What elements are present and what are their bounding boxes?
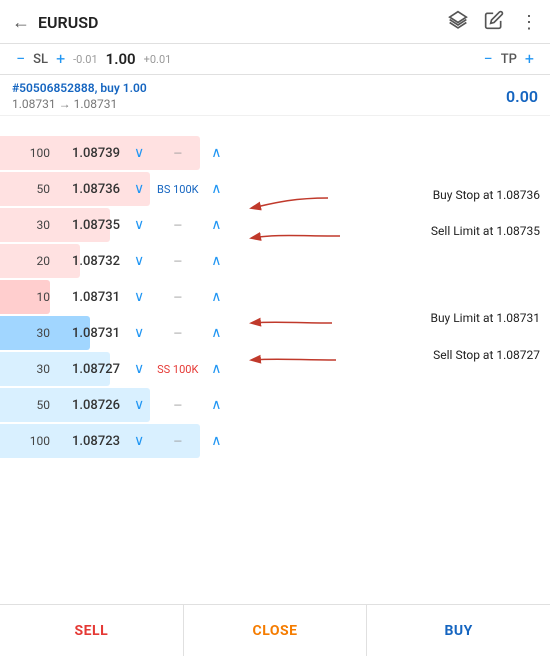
order-id: #50506852888, buy 1.00 (12, 81, 147, 95)
ob-actions-4: ∨ — ∧ (128, 287, 224, 307)
order-info-row: #50506852888, buy 1.00 1.08731 → 1.08731… (0, 75, 550, 116)
symbol-title: EURUSD (38, 13, 448, 32)
main-area: 1001.08739∨—∧501.08736∨BS 100K∧301.08735… (0, 116, 550, 546)
ob-down-btn-7[interactable]: ∨ (132, 395, 146, 415)
ob-actions-6: ∨ SS 100K ∧ (128, 359, 224, 379)
sl-plus-button[interactable]: + (52, 51, 69, 67)
ob-label-1: BS 100K (150, 183, 205, 196)
ob-row-4: 101.08731 ∨ — ∧ (0, 280, 240, 314)
ob-row-5: 301.08731 ∨ — ∧ (0, 316, 240, 350)
back-button[interactable]: ← (12, 12, 30, 33)
ob-price-2: 1.08735 (58, 218, 128, 233)
ob-up-btn-4[interactable]: ∧ (209, 287, 223, 307)
header: ← EURUSD ⋮ (0, 0, 550, 44)
sell-button[interactable]: SELL (0, 605, 183, 656)
ob-row-8: 1001.08723 ∨ — ∧ (0, 424, 240, 458)
ob-price-4: 1.08731 (58, 290, 128, 305)
ob-label-6: SS 100K (150, 363, 205, 376)
ob-row-6: 301.08727 ∨ SS 100K ∧ (0, 352, 240, 386)
ob-price-3: 1.08732 (58, 254, 128, 269)
ob-label-3: — (150, 255, 205, 268)
ob-row-2: 301.08735 ∨ — ∧ (0, 208, 240, 242)
ob-row-7: 501.08726 ∨ — ∧ (0, 388, 240, 422)
ob-volume-5: 30 (8, 326, 58, 340)
ob-volume-3: 20 (8, 254, 58, 268)
ob-label-7: — (150, 399, 205, 412)
order-pnl: 0.00 (506, 87, 538, 106)
ob-volume-6: 30 (8, 362, 58, 376)
tp-minus-button[interactable]: − (480, 51, 497, 67)
ob-down-btn-5[interactable]: ∨ (132, 323, 146, 343)
ob-down-btn-4[interactable]: ∨ (132, 287, 146, 307)
tp-plus-button[interactable]: + (521, 51, 538, 67)
ob-actions-7: ∨ — ∧ (128, 395, 224, 415)
ob-up-btn-1[interactable]: ∧ (209, 179, 223, 199)
ob-actions-3: ∨ — ∧ (128, 251, 224, 271)
ob-price-1: 1.08736 (58, 182, 128, 197)
pencil-icon[interactable] (484, 10, 504, 35)
ob-price-7: 1.08726 (58, 398, 128, 413)
ob-label-4: — (150, 291, 205, 304)
layers-icon[interactable] (448, 10, 468, 35)
ob-actions-2: ∨ — ∧ (128, 215, 224, 235)
ob-up-btn-3[interactable]: ∧ (209, 251, 223, 271)
buy-limit-annotation: Buy Limit at 1.08731 (430, 311, 540, 325)
ob-label-2: — (150, 219, 205, 232)
order-book: 1001.08739∨—∧501.08736∨BS 100K∧301.08735… (0, 136, 240, 460)
ob-up-btn-7[interactable]: ∧ (209, 395, 223, 415)
ob-label-0: — (150, 147, 205, 160)
ob-price-8: 1.08723 (58, 434, 128, 449)
ob-volume-2: 30 (8, 218, 58, 232)
ob-down-btn-3[interactable]: ∨ (132, 251, 146, 271)
close-button[interactable]: CLOSE (184, 605, 367, 656)
ob-price-5: 1.08731 (58, 326, 128, 341)
order-route: 1.08731 → 1.08731 (12, 97, 147, 111)
ob-down-btn-2[interactable]: ∨ (132, 215, 146, 235)
header-icons: ⋮ (448, 10, 538, 35)
ob-price-0: 1.08739 (58, 146, 128, 161)
sl-label: SL (33, 52, 48, 67)
sell-limit-annotation: Sell Limit at 1.08735 (431, 224, 540, 238)
sl-adj-minus: -0.01 (73, 53, 98, 66)
ob-actions-0: ∨ — ∧ (128, 143, 224, 163)
ob-down-btn-1[interactable]: ∨ (132, 179, 146, 199)
ob-down-btn-0[interactable]: ∨ (132, 143, 146, 163)
ob-volume-0: 100 (8, 146, 58, 160)
bottom-bar: SELL CLOSE BUY (0, 604, 550, 656)
ob-actions-8: ∨ — ∧ (128, 431, 224, 451)
buy-stop-annotation: Buy Stop at 1.08736 (433, 188, 540, 202)
sl-tp-row: − SL + -0.01 1.00 +0.01 − TP + (0, 44, 550, 75)
ob-up-btn-0[interactable]: ∧ (209, 143, 223, 163)
ob-actions-1: ∨ BS 100K ∧ (128, 179, 224, 199)
ob-label-5: — (150, 327, 205, 340)
ob-up-btn-2[interactable]: ∧ (209, 215, 223, 235)
sell-stop-annotation: Sell Stop at 1.08727 (433, 348, 540, 362)
ob-up-btn-8[interactable]: ∧ (209, 431, 223, 451)
ob-volume-8: 100 (8, 434, 58, 448)
ob-volume-4: 10 (8, 290, 58, 304)
ob-volume-7: 50 (8, 398, 58, 412)
ob-row-1: 501.08736 ∨ BS 100K ∧ (0, 172, 240, 206)
ob-actions-5: ∨ — ∧ (128, 323, 224, 343)
sl-minus-button[interactable]: − (12, 51, 29, 67)
ob-up-btn-6[interactable]: ∧ (209, 359, 223, 379)
ob-volume-1: 50 (8, 182, 58, 196)
ob-label-8: — (150, 435, 205, 448)
ob-price-6: 1.08727 (58, 362, 128, 377)
buy-button[interactable]: BUY (367, 605, 550, 656)
more-icon[interactable]: ⋮ (520, 12, 538, 33)
ob-down-btn-8[interactable]: ∨ (132, 431, 146, 451)
ob-down-btn-6[interactable]: ∨ (132, 359, 146, 379)
sl-adj-plus: +0.01 (144, 53, 172, 66)
sl-value: 1.00 (106, 50, 136, 68)
ob-up-btn-5[interactable]: ∧ (209, 323, 223, 343)
order-info-left: #50506852888, buy 1.00 1.08731 → 1.08731 (12, 81, 147, 111)
ob-row-0: 1001.08739 ∨ — ∧ (0, 136, 240, 170)
tp-label: TP (501, 52, 517, 67)
ob-row-3: 201.08732 ∨ — ∧ (0, 244, 240, 278)
